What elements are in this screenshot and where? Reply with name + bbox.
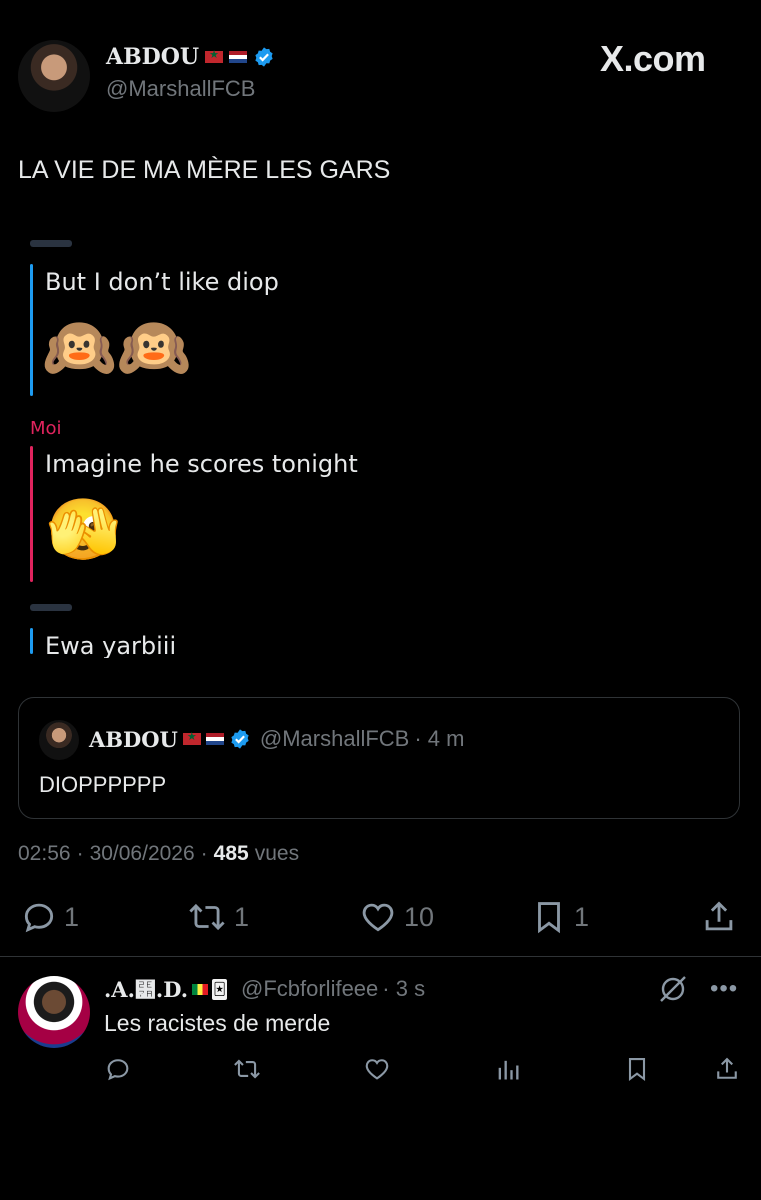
sender-label: Moi bbox=[30, 418, 62, 439]
message-3-text: Ewa yarbiii bbox=[45, 632, 177, 658]
chat-screenshot: But I don’t like diop 🙉🙉 Moi Imagine he … bbox=[0, 230, 761, 665]
blurred-name-2 bbox=[30, 604, 72, 611]
red-quote-line bbox=[30, 446, 33, 582]
repost-icon bbox=[189, 903, 225, 931]
reply-heart-icon[interactable] bbox=[363, 1055, 391, 1083]
reply-reply-icon[interactable] bbox=[104, 1055, 132, 1083]
tweet-text: LA VIE DE MA MÈRE LES GARS bbox=[18, 156, 391, 184]
meta-separator: · bbox=[76, 842, 84, 865]
reply-author-handle[interactable]: @Fcbforlifeee bbox=[241, 976, 378, 1002]
bookmark-icon bbox=[538, 902, 560, 934]
divider bbox=[0, 956, 761, 957]
author-name-row[interactable]: ABDOU bbox=[106, 44, 275, 70]
tweet-meta: 02:56 · 30/06/2026 · 485 vues bbox=[18, 842, 299, 866]
grok-icon[interactable] bbox=[657, 973, 689, 1005]
reply-author-avatar[interactable] bbox=[18, 976, 90, 1048]
quoted-tweet-card[interactable]: ABDOU @MarshallFCB · 4 m DIOPPPPPP bbox=[18, 697, 740, 819]
morocco-flag-icon bbox=[182, 730, 201, 745]
verified-badge-icon bbox=[231, 729, 249, 749]
quoted-author-handle: @MarshallFCB bbox=[259, 726, 410, 751]
message-2-text: Imagine he scores tonight bbox=[45, 450, 358, 478]
reply-text: Les racistes de merde bbox=[104, 1010, 331, 1036]
heart-icon bbox=[362, 903, 394, 932]
reply-time: · 3 s bbox=[382, 976, 426, 1001]
share-icon bbox=[705, 901, 733, 931]
reply-author-row[interactable]: .A.⹺.D. 🃏 @Fcbforlifeee · 3 s bbox=[104, 976, 425, 1002]
quoted-author-row: ABDOU @MarshallFCB · 4 m bbox=[89, 726, 464, 752]
repost-button[interactable]: 1 bbox=[186, 898, 249, 936]
joker-card-icon: 🃏 bbox=[212, 978, 227, 1000]
reply-share-icon[interactable] bbox=[713, 1055, 741, 1083]
peeking-face-emoji: 🫣 bbox=[46, 496, 121, 563]
bookmark-button[interactable]: 1 bbox=[530, 898, 589, 936]
message-1-text: But I don’t like diop bbox=[45, 268, 279, 296]
reply-views-icon[interactable] bbox=[494, 1055, 522, 1083]
share-button[interactable] bbox=[700, 898, 738, 936]
author-name[interactable]: ABDOU bbox=[106, 44, 199, 70]
netherlands-flag-icon bbox=[205, 733, 224, 745]
quoted-tweet-text: DIOPPPPPP bbox=[39, 772, 167, 797]
morocco-flag-icon bbox=[205, 48, 224, 63]
reply-repost-icon[interactable] bbox=[232, 1055, 262, 1083]
views-label: vues bbox=[254, 842, 300, 865]
tweet-date[interactable]: 30/06/2026 bbox=[90, 842, 195, 866]
blurred-name-1 bbox=[30, 240, 72, 247]
reply-button[interactable]: 1 bbox=[20, 898, 79, 936]
tweet-time[interactable]: 02:56 bbox=[18, 842, 71, 866]
bookmark-count: 1 bbox=[574, 901, 590, 932]
reply-count: 1 bbox=[64, 901, 80, 932]
reply-bookmark-icon[interactable] bbox=[623, 1055, 651, 1083]
quoted-author-name: ABDOU bbox=[89, 726, 178, 752]
x-watermark: X.com bbox=[600, 38, 706, 79]
blue-quote-line-1 bbox=[30, 264, 33, 396]
reply-icon bbox=[24, 903, 54, 933]
blue-quote-line-2 bbox=[30, 628, 33, 654]
verified-badge-icon bbox=[255, 47, 273, 67]
author-handle[interactable]: @MarshallFCB bbox=[106, 76, 255, 102]
quoted-time: · 4 m bbox=[414, 726, 465, 751]
like-button[interactable]: 10 bbox=[358, 898, 434, 936]
netherlands-flag-icon bbox=[229, 51, 248, 63]
meta-separator: · bbox=[200, 842, 208, 865]
like-count: 10 bbox=[404, 901, 435, 932]
more-options-icon[interactable]: ••• bbox=[710, 975, 738, 1003]
author-avatar[interactable] bbox=[18, 40, 90, 112]
quoted-author-avatar[interactable] bbox=[39, 720, 79, 760]
senegal-flag-icon bbox=[192, 983, 208, 995]
monkey-emoji: 🙉🙉 bbox=[42, 314, 192, 381]
reply-author-name[interactable]: .A.⹺.D. bbox=[104, 977, 188, 1002]
views-count: 485 bbox=[213, 842, 249, 865]
repost-count: 1 bbox=[234, 901, 250, 932]
